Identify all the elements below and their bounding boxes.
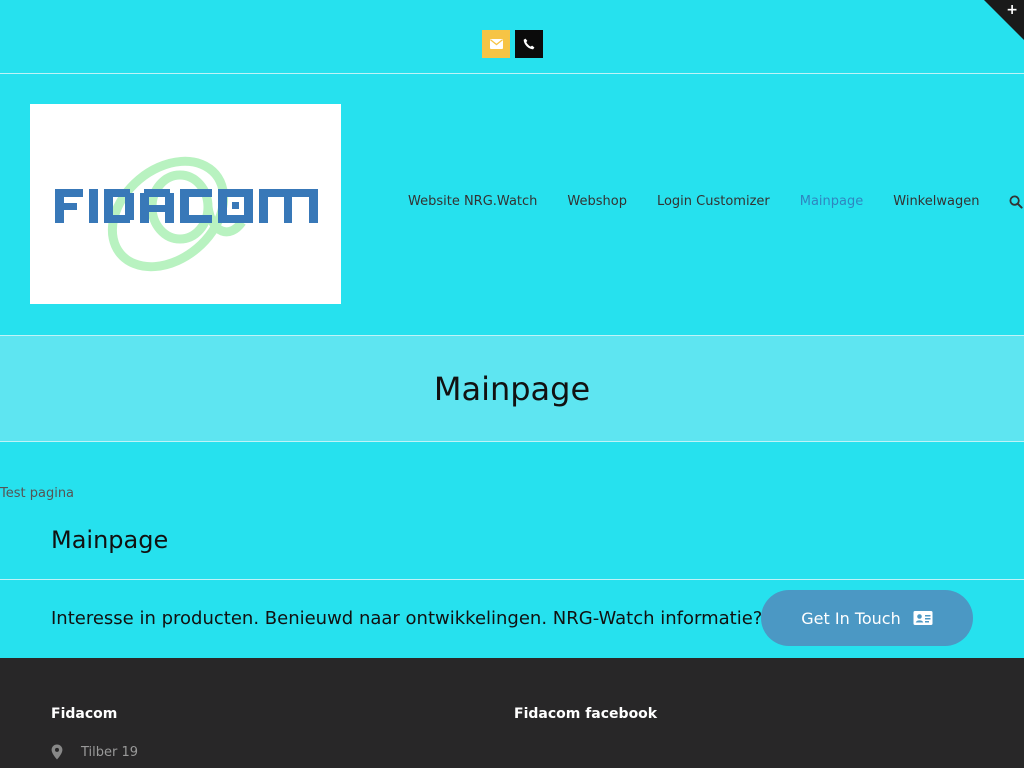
intro-text: Test pagina (0, 486, 75, 501)
content-heading: Mainpage (51, 526, 169, 554)
logo-image (55, 156, 318, 272)
plus-icon[interactable]: + (1006, 3, 1018, 17)
footer-heading-facebook: Fidacom facebook (514, 706, 658, 722)
sliding-bar-toggle[interactable] (984, 0, 1024, 40)
nav-item-webshop[interactable]: Webshop (567, 194, 627, 209)
site-logo[interactable] (30, 104, 341, 304)
site-footer: Fidacom Fidacom facebook Tilber 19 (0, 658, 1024, 768)
phone-button[interactable] (515, 30, 543, 58)
nav-item-login-customizer[interactable]: Login Customizer (657, 194, 770, 209)
main-navigation: Website NRG.Watch Webshop Login Customiz… (408, 194, 1024, 209)
logo-wordmark (55, 189, 318, 223)
envelope-icon (489, 39, 503, 49)
map-pin-icon (51, 744, 63, 760)
email-button[interactable] (482, 30, 510, 58)
footer-heading-fidacom: Fidacom (51, 706, 118, 722)
phone-icon (523, 38, 535, 50)
contact-card-icon (913, 611, 933, 625)
nav-item-winkelwagen[interactable]: Winkelwagen (893, 194, 979, 209)
footer-address: Tilber 19 (51, 744, 138, 760)
call-to-action-bar: Interesse in producten. Benieuwd naar on… (0, 579, 1024, 658)
nav-item-website-nrg-watch[interactable]: Website NRG.Watch (408, 194, 537, 209)
nav-item-mainpage[interactable]: Mainpage (800, 194, 864, 209)
top-bar: + (0, 0, 1024, 74)
site-header: Website NRG.Watch Webshop Login Customiz… (0, 74, 1024, 336)
search-icon[interactable] (1009, 195, 1024, 209)
get-in-touch-button[interactable]: Get In Touch (761, 590, 973, 646)
footer-address-text: Tilber 19 (81, 744, 139, 760)
page-title-bar: Mainpage (0, 336, 1024, 442)
cta-text: Interesse in producten. Benieuwd naar on… (51, 608, 763, 629)
page-title: Mainpage (433, 369, 591, 408)
get-in-touch-label: Get In Touch (801, 608, 901, 628)
contact-icons (482, 30, 543, 58)
